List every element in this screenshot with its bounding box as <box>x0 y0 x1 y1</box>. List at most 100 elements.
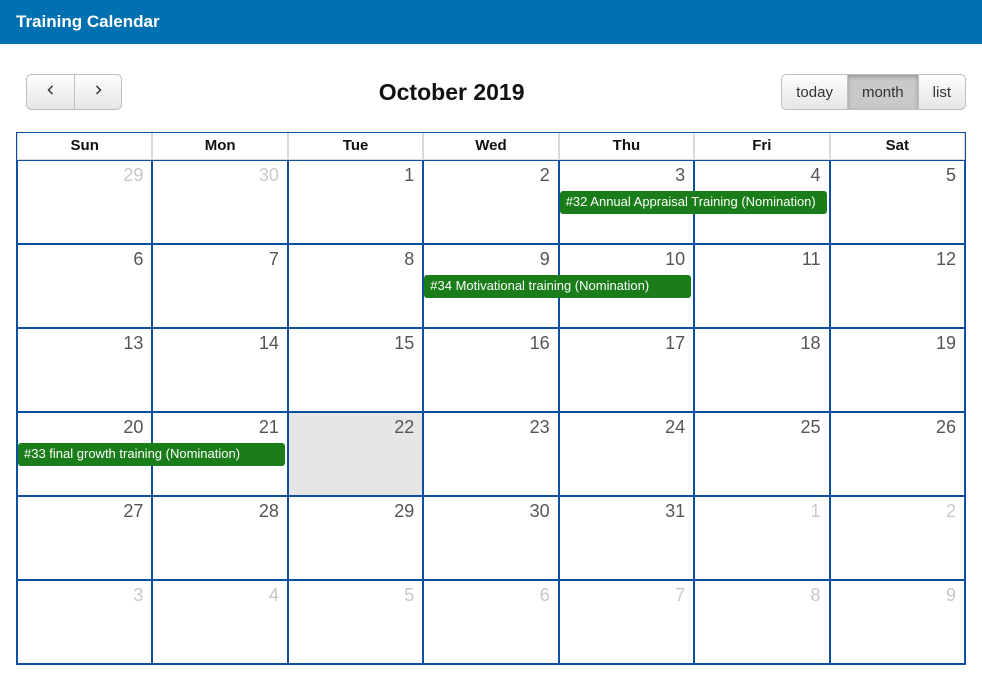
next-button[interactable] <box>74 74 122 110</box>
nav-group <box>26 74 122 110</box>
calendar-event[interactable]: #33 final growth training (Nomination) <box>18 443 285 466</box>
day-number: 11 <box>802 249 821 270</box>
view-month-button[interactable]: month <box>848 74 919 110</box>
calendar-event[interactable]: #34 Motivational training (Nomination) <box>424 275 691 298</box>
weekday-header-cell: Fri <box>694 133 829 160</box>
app-header: Training Calendar <box>0 0 982 44</box>
day-number: 30 <box>259 165 279 186</box>
day-number: 16 <box>530 333 550 354</box>
day-number: 8 <box>404 249 414 270</box>
day-number: 31 <box>665 501 685 522</box>
calendar-day-cell[interactable]: 14 <box>152 328 287 412</box>
day-number: 10 <box>665 249 685 270</box>
calendar-day-cell[interactable]: 29 <box>17 160 152 244</box>
calendar-day-cell[interactable]: 6 <box>17 244 152 328</box>
day-number: 12 <box>936 249 956 270</box>
day-number: 2 <box>946 501 956 522</box>
calendar-day-cell[interactable]: 30 <box>423 496 558 580</box>
day-number: 7 <box>269 249 279 270</box>
calendar-day-cell[interactable]: 5 <box>830 160 965 244</box>
calendar-day-cell[interactable]: 22 <box>288 412 423 496</box>
calendar-day-cell[interactable]: 8 <box>288 244 423 328</box>
prev-button[interactable] <box>26 74 74 110</box>
day-number: 2 <box>540 165 550 186</box>
day-number: 7 <box>675 585 685 606</box>
calendar-day-cell[interactable]: 16 <box>423 328 558 412</box>
calendar-body: 2930123#32 Annual Appraisal Training (No… <box>17 160 965 664</box>
day-number: 14 <box>259 333 279 354</box>
calendar-day-cell[interactable]: 29 <box>288 496 423 580</box>
calendar-day-cell[interactable]: 20#33 final growth training (Nomination) <box>17 412 152 496</box>
day-number: 18 <box>801 333 821 354</box>
calendar-day-cell[interactable]: 25 <box>694 412 829 496</box>
day-number: 29 <box>123 165 143 186</box>
day-number: 22 <box>394 417 414 438</box>
day-number: 23 <box>530 417 550 438</box>
calendar-day-cell[interactable]: 23 <box>423 412 558 496</box>
calendar-day-cell[interactable]: 8 <box>694 580 829 664</box>
calendar-day-cell[interactable]: 1 <box>288 160 423 244</box>
calendar-weekday-header: SunMonTueWedThuFriSat <box>17 133 965 160</box>
day-number: 9 <box>540 249 550 270</box>
calendar-day-cell[interactable]: 27 <box>17 496 152 580</box>
calendar-day-cell[interactable]: 9 <box>830 580 965 664</box>
calendar-title: October 2019 <box>122 79 781 106</box>
day-number: 27 <box>123 501 143 522</box>
calendar-day-cell[interactable]: 5 <box>288 580 423 664</box>
day-number: 6 <box>133 249 143 270</box>
weekday-header-cell: Wed <box>423 133 558 160</box>
day-number: 24 <box>665 417 685 438</box>
day-number: 28 <box>259 501 279 522</box>
weekday-header-cell: Tue <box>288 133 423 160</box>
calendar-day-cell[interactable]: 3 <box>17 580 152 664</box>
day-number: 29 <box>394 501 414 522</box>
day-number: 1 <box>404 165 414 186</box>
day-number: 26 <box>936 417 956 438</box>
calendar-day-cell[interactable]: 2 <box>423 160 558 244</box>
weekday-header-cell: Thu <box>559 133 694 160</box>
day-number: 6 <box>540 585 550 606</box>
calendar-day-cell[interactable]: 15 <box>288 328 423 412</box>
calendar-day-cell[interactable]: 30 <box>152 160 287 244</box>
day-number: 25 <box>801 417 821 438</box>
calendar-day-cell[interactable]: 12 <box>830 244 965 328</box>
day-number: 17 <box>665 333 685 354</box>
day-number: 30 <box>530 501 550 522</box>
app-title: Training Calendar <box>16 12 160 31</box>
chevron-right-icon <box>92 83 104 101</box>
calendar-day-cell[interactable]: 31 <box>559 496 694 580</box>
day-number: 4 <box>811 165 821 186</box>
day-number: 8 <box>811 585 821 606</box>
view-switch: today month list <box>781 74 966 110</box>
weekday-header-cell: Mon <box>152 133 287 160</box>
calendar-day-cell[interactable]: 19 <box>830 328 965 412</box>
day-number: 5 <box>404 585 414 606</box>
calendar-day-cell[interactable]: 28 <box>152 496 287 580</box>
calendar-day-cell[interactable]: 2 <box>830 496 965 580</box>
view-list-button[interactable]: list <box>919 74 966 110</box>
calendar-day-cell[interactable]: 17 <box>559 328 694 412</box>
calendar-day-cell[interactable]: 6 <box>423 580 558 664</box>
calendar-day-cell[interactable]: 13 <box>17 328 152 412</box>
day-number: 19 <box>936 333 956 354</box>
calendar-day-cell[interactable]: 4 <box>152 580 287 664</box>
calendar-day-cell[interactable]: 7 <box>559 580 694 664</box>
calendar-grid: SunMonTueWedThuFriSat 2930123#32 Annual … <box>16 132 966 665</box>
day-number: 20 <box>123 417 143 438</box>
calendar-day-cell[interactable]: 7 <box>152 244 287 328</box>
day-number: 15 <box>394 333 414 354</box>
calendar-day-cell[interactable]: 18 <box>694 328 829 412</box>
view-today-button[interactable]: today <box>781 74 848 110</box>
day-number: 3 <box>675 165 685 186</box>
calendar-event[interactable]: #32 Annual Appraisal Training (Nominatio… <box>560 191 827 214</box>
calendar-day-cell[interactable]: 3#32 Annual Appraisal Training (Nominati… <box>559 160 694 244</box>
calendar-toolbar: October 2019 today month list <box>0 44 982 132</box>
calendar-day-cell[interactable]: 24 <box>559 412 694 496</box>
day-number: 21 <box>259 417 279 438</box>
calendar-day-cell[interactable]: 9#34 Motivational training (Nomination) <box>423 244 558 328</box>
calendar-day-cell[interactable]: 1 <box>694 496 829 580</box>
day-number: 3 <box>133 585 143 606</box>
day-number: 5 <box>946 165 956 186</box>
calendar-day-cell[interactable]: 26 <box>830 412 965 496</box>
calendar-day-cell[interactable]: 11 <box>694 244 829 328</box>
